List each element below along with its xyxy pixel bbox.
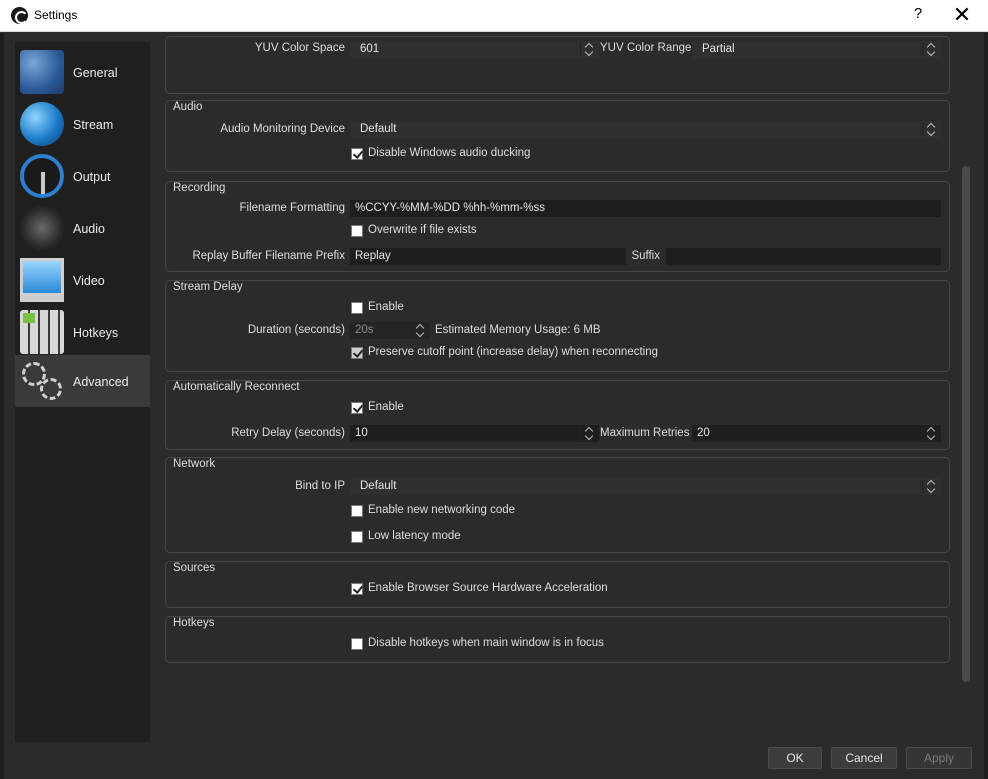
sidebar-item-label: Video — [73, 274, 105, 288]
sidebar-item-label: Hotkeys — [73, 326, 119, 340]
sidebar-item-label: Output — [73, 170, 111, 184]
sidebar-item-audio[interactable]: Audio — [15, 202, 150, 254]
settings-sidebar: General Stream Output Audio Video Hotkey… — [15, 42, 150, 742]
color-range-value: Partial — [702, 43, 735, 55]
filename-formatting-input[interactable]: %CCYY-%MM-%DD %hh-%mm-%ss — [350, 200, 941, 217]
duration-spinbox[interactable]: 20s — [350, 322, 430, 339]
max-retries-spinbox[interactable]: 20 — [692, 425, 941, 442]
replay-prefix-input[interactable]: Replay — [350, 248, 626, 265]
replay-prefix-label: Replay Buffer Filename Prefix — [192, 250, 345, 262]
overwrite-checkbox[interactable] — [351, 225, 363, 237]
disable-hotkeys-focus-checkbox[interactable] — [351, 638, 363, 650]
preserve-cutoff-label: Preserve cutoff point (increase delay) w… — [368, 346, 659, 358]
chevron-updown-icon — [922, 479, 940, 494]
stream-delay-enable-label: Enable — [368, 301, 404, 313]
low-latency-label: Low latency mode — [368, 530, 461, 542]
hotkeys-group-title: Hotkeys — [173, 617, 215, 629]
sources-group-title: Sources — [173, 562, 216, 574]
preserve-cutoff-checkbox[interactable] — [351, 347, 363, 359]
window-frame-right — [984, 33, 988, 779]
retry-delay-spinbox[interactable]: 10 — [350, 425, 599, 442]
filename-formatting-value: %CCYY-%MM-%DD %hh-%mm-%ss — [355, 202, 545, 214]
scrollbar-thumb[interactable] — [962, 166, 970, 682]
color-range-label: YUV Color Range — [600, 42, 692, 54]
monitoring-device-select[interactable]: Default — [350, 121, 941, 138]
sidebar-item-label: Audio — [73, 222, 105, 236]
disable-hotkeys-focus-label: Disable hotkeys when main window is in f… — [368, 637, 604, 649]
monitoring-device-label: Audio Monitoring Device — [220, 123, 345, 135]
bind-to-ip-label: Bind to IP — [295, 480, 345, 492]
new-networking-label: Enable new networking code — [368, 504, 516, 516]
cancel-button[interactable]: Cancel — [831, 747, 897, 769]
color-space-label: YUV Color Space — [254, 42, 345, 54]
browser-accel-checkbox[interactable] — [351, 583, 363, 595]
replay-prefix-value: Replay — [355, 250, 391, 262]
memory-usage-label: Estimated Memory Usage: 6 MB — [435, 324, 601, 336]
stream-delay-group-title: Stream Delay — [173, 281, 243, 293]
sidebar-item-label: Advanced — [73, 375, 129, 389]
color-space-select[interactable]: 601 — [350, 41, 599, 58]
ok-button[interactable]: OK — [768, 747, 822, 769]
globe-icon — [20, 102, 64, 146]
keyboard-icon — [20, 310, 64, 354]
sidebar-item-hotkeys[interactable]: Hotkeys — [15, 306, 150, 358]
bind-to-ip-select[interactable]: Default — [350, 478, 941, 495]
spin-arrows-icon — [580, 426, 598, 441]
suffix-label: Suffix — [631, 250, 660, 262]
max-retries-label: Maximum Retries — [600, 427, 690, 439]
reconnect-enable-label: Enable — [368, 401, 404, 413]
retry-delay-value: 10 — [355, 427, 368, 439]
stream-delay-enable-checkbox[interactable] — [351, 302, 363, 314]
sidebar-item-general[interactable]: General — [15, 46, 150, 98]
suffix-input[interactable] — [666, 248, 941, 265]
window-title: Settings — [34, 8, 78, 22]
sidebar-item-video[interactable]: Video — [15, 254, 150, 306]
reconnect-enable-checkbox[interactable] — [351, 402, 363, 414]
reconnect-group-title: Automatically Reconnect — [173, 381, 300, 393]
monitor-icon — [20, 258, 64, 302]
sidebar-item-stream[interactable]: Stream — [15, 98, 150, 150]
color-range-select[interactable]: Partial — [692, 41, 941, 58]
sidebar-item-advanced[interactable]: Advanced — [15, 355, 150, 407]
speaker-icon — [20, 206, 64, 250]
new-networking-checkbox[interactable] — [351, 505, 363, 517]
title-bar: Settings ? ✕ — [0, 0, 988, 32]
sidebar-item-output[interactable]: Output — [15, 150, 150, 202]
duration-label: Duration (seconds) — [247, 324, 345, 336]
overwrite-label: Overwrite if file exists — [368, 224, 477, 236]
general-icon — [20, 50, 64, 94]
monitoring-device-value: Default — [360, 123, 397, 135]
output-dial-icon — [20, 154, 64, 198]
chevron-updown-icon — [922, 122, 940, 137]
gears-icon — [20, 359, 64, 403]
bind-to-ip-value: Default — [360, 480, 397, 492]
audio-group-title: Audio — [173, 101, 203, 113]
help-button[interactable]: ? — [908, 5, 928, 27]
spin-arrows-icon — [411, 323, 429, 338]
window-frame-left — [0, 33, 4, 779]
spin-arrows-icon — [922, 426, 940, 441]
color-space-value: 601 — [360, 43, 380, 55]
network-group-title: Network — [173, 458, 216, 470]
low-latency-checkbox[interactable] — [351, 531, 363, 543]
retry-delay-label: Retry Delay (seconds) — [231, 427, 345, 439]
obs-logo-icon — [11, 7, 28, 24]
disable-ducking-label: Disable Windows audio ducking — [368, 147, 531, 159]
duration-value: 20s — [355, 324, 374, 336]
disable-ducking-checkbox[interactable] — [351, 148, 363, 160]
apply-button[interactable]: Apply — [906, 747, 972, 769]
chevron-updown-icon — [580, 42, 598, 57]
chevron-updown-icon — [922, 42, 940, 57]
max-retries-value: 20 — [697, 427, 710, 439]
network-group — [165, 457, 950, 553]
sidebar-item-label: General — [73, 66, 118, 80]
filename-formatting-label: Filename Formatting — [239, 202, 345, 214]
browser-accel-label: Enable Browser Source Hardware Accelerat… — [368, 582, 608, 594]
recording-group-title: Recording — [173, 182, 226, 194]
close-button[interactable]: ✕ — [950, 3, 974, 27]
sidebar-item-label: Stream — [73, 118, 114, 132]
